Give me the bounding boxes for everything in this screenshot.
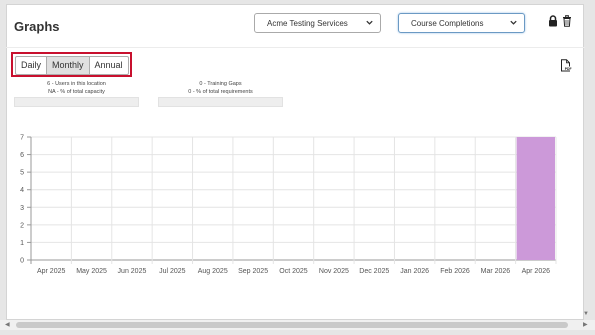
scroll-left-icon[interactable]: ◀ (5, 321, 10, 328)
x-tick-label: Apr 2025 (37, 268, 66, 275)
x-tick-label: May 2025 (76, 268, 107, 275)
horizontal-scrollbar[interactable]: ◀ ▶ (0, 320, 595, 330)
x-tick-label: Jul 2025 (159, 268, 186, 275)
x-tick-label: Nov 2025 (319, 268, 349, 275)
chart-bar (516, 137, 555, 260)
scroll-down-icon[interactable]: ▼ (583, 311, 589, 317)
y-tick-label: 5 (20, 170, 24, 177)
x-tick-label: Mar 2026 (481, 268, 511, 275)
x-tick-label: Feb 2026 (440, 268, 470, 275)
x-tick-label: Dec 2025 (359, 268, 389, 275)
y-tick-label: 0 (20, 258, 24, 265)
y-tick-label: 3 (20, 205, 24, 212)
scroll-right-icon[interactable]: ▶ (583, 321, 588, 328)
x-tick-label: Oct 2025 (279, 268, 308, 275)
y-tick-label: 1 (20, 240, 24, 247)
x-tick-label: Apr 2026 (522, 268, 551, 275)
y-tick-label: 7 (20, 135, 24, 142)
x-tick-label: Aug 2025 (198, 268, 228, 275)
monthly-chart: 0 1 2 3 4 5 6 7 Apr 2025 May 2025 Jun 2025 Jul 2025… (20, 135, 557, 275)
x-tick-label: Jan 2026 (400, 268, 429, 275)
y-tick-label: 4 (20, 187, 24, 194)
y-tick-label: 6 (20, 152, 24, 159)
y-tick-label: 2 (20, 222, 24, 229)
x-tick-label: Jun 2025 (118, 268, 147, 275)
scrollbar-thumb[interactable] (16, 322, 568, 328)
x-tick-label: Sep 2025 (238, 268, 268, 275)
